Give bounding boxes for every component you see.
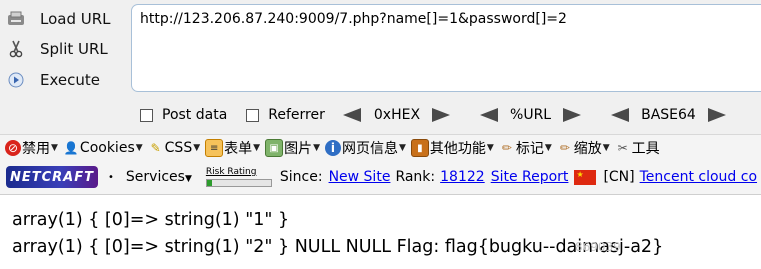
menu-page-info[interactable]: i 网页信息 ▼ (324, 138, 406, 158)
encoding-options-row: Post data Referrer 0xHEX %URL BASE64 (0, 102, 761, 128)
split-url-button[interactable]: Split URL (6, 36, 108, 62)
execute-label: Execute (40, 71, 100, 89)
output-line-1: array(1) { [0]=> string(1) "1" } (12, 210, 290, 230)
referrer-checkbox[interactable] (246, 108, 260, 122)
url-input[interactable]: http://123.206.87.240:9009/7.php?name[]=… (131, 4, 761, 92)
hex-label: 0xHEX (373, 107, 421, 123)
hosting-link[interactable]: Tencent cloud co (640, 169, 757, 185)
menu-resize[interactable]: ✏ 缩放 ▼ (557, 138, 610, 158)
output-line-2: array(1) { [0]=> string(1) "2" } NULL NU… (12, 237, 664, 257)
menu-page-info-label: 网页信息 (341, 141, 398, 157)
menu-cookies[interactable]: 👤 Cookies ▼ (63, 140, 143, 156)
risk-rating-meter[interactable]: Risk Rating (205, 167, 272, 187)
watermark-text: 869039 (575, 240, 621, 254)
images-icon: ▣ (265, 139, 284, 157)
split-url-label: Split URL (40, 40, 108, 58)
hex-encode-arrow-icon[interactable] (432, 108, 451, 122)
menu-resize-label: 缩放 (573, 141, 602, 157)
netcraft-toolbar: NETCRAFT • Services▼ Risk Rating Since: … (0, 160, 761, 195)
base64-encode-arrow-icon[interactable] (707, 108, 726, 122)
site-report-link[interactable]: Site Report (491, 169, 569, 185)
misc-icon: ▮ (410, 139, 429, 157)
menu-tools[interactable]: ✂ 工具 (615, 138, 660, 158)
risk-rating-label: Risk Rating (205, 167, 257, 177)
execute-button[interactable]: Execute (6, 67, 100, 93)
chevron-down-icon: ▼ (184, 174, 192, 184)
forms-icon: ≡ (205, 139, 224, 157)
url-decode-arrow-icon[interactable] (480, 108, 499, 122)
post-data-checkbox[interactable] (140, 108, 153, 122)
hex-decode-arrow-icon[interactable] (342, 108, 361, 122)
css-pencil-icon: ✎ (150, 141, 161, 155)
chevron-down-icon: ▼ (135, 143, 143, 153)
load-url-button[interactable]: Load URL (6, 6, 111, 32)
menu-outline-label: 标记 (515, 141, 544, 157)
url-encode-arrow-icon[interactable] (563, 108, 582, 122)
menu-css-label: CSS (164, 140, 193, 156)
menu-images-label: 图片 (284, 141, 313, 157)
web-developer-toolbar: ⊘ 禁用 ▼ 👤 Cookies ▼ ✎ CSS ▼ ≡ 表单 ▼ ▣ 图片 ▼ i 网页… (0, 134, 761, 161)
chevron-down-icon: ▼ (51, 143, 58, 153)
base64-decode-arrow-icon[interactable] (611, 108, 630, 122)
menu-css[interactable]: ✎ CSS ▼ (148, 140, 201, 156)
risk-rating-bar (205, 179, 272, 187)
country-code: [CN] (603, 169, 635, 185)
base64-label: BASE64 (641, 107, 696, 123)
services-label: Services (125, 169, 185, 185)
play-icon (6, 70, 26, 90)
url-encoding-label: %URL (510, 107, 552, 123)
chevron-down-icon: ▼ (602, 143, 610, 153)
chevron-down-icon: ▼ (193, 143, 201, 153)
menu-misc[interactable]: ▮ 其他功能 ▼ (410, 138, 494, 158)
cookies-user-icon: 👤 (63, 141, 79, 155)
post-data-label: Post data (162, 107, 228, 123)
menu-disable-label: 禁用 (22, 141, 50, 157)
netcraft-logo[interactable]: NETCRAFT (6, 166, 98, 188)
chevron-down-icon: ▼ (398, 143, 406, 153)
since-label: Since: (279, 169, 323, 185)
load-url-label: Load URL (40, 10, 111, 28)
menu-images[interactable]: ▣ 图片 ▼ (265, 138, 320, 158)
new-site-link[interactable]: New Site (329, 169, 391, 185)
page-output: array(1) { [0]=> string(1) "1" } array(1… (12, 207, 663, 261)
china-flag-icon: ★ (574, 169, 597, 185)
netcraft-dropdown-dot-icon[interactable]: • (108, 172, 114, 183)
tools-icon: ✂ (617, 141, 628, 155)
chevron-down-icon: ▼ (253, 143, 261, 153)
menu-outline[interactable]: ✏ 标记 ▼ (499, 138, 552, 158)
rank-link[interactable]: 18122 (440, 169, 485, 185)
chevron-down-icon: ▼ (313, 143, 320, 153)
menu-cookies-label: Cookies (79, 140, 135, 156)
load-url-icon (6, 9, 26, 29)
menu-disable[interactable]: ⊘ 禁用 ▼ (5, 138, 58, 158)
menu-misc-label: 其他功能 (429, 141, 486, 157)
menu-tools-label: 工具 (631, 141, 660, 157)
menu-forms-label: 表单 (224, 141, 253, 157)
menu-forms[interactable]: ≡ 表单 ▼ (205, 138, 260, 158)
outline-pencil-icon: ✏ (501, 141, 512, 155)
referrer-label: Referrer (268, 107, 325, 123)
hackbar-panel: Load URL Split URL Execute http://123.20… (0, 0, 761, 134)
info-icon: i (324, 140, 341, 156)
chevron-down-icon: ▼ (486, 143, 494, 153)
disable-icon: ⊘ (5, 140, 21, 156)
scissors-icon (6, 39, 26, 59)
rank-label: Rank: (395, 169, 436, 185)
chevron-down-icon: ▼ (544, 143, 552, 153)
services-menu[interactable]: Services▼ (126, 169, 192, 185)
resize-pencil-icon: ✏ (559, 141, 570, 155)
